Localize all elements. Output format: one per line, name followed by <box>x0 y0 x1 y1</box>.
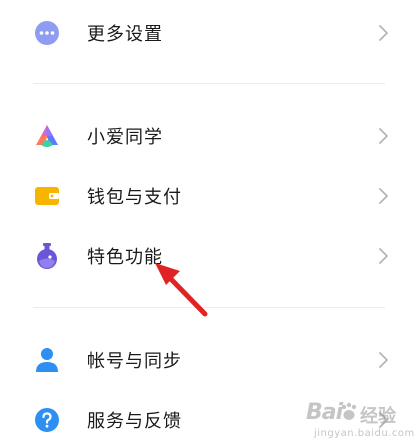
more-dots-icon <box>33 19 61 47</box>
chevron-right-icon <box>378 127 390 145</box>
settings-item-label: 帐号与同步 <box>87 351 182 372</box>
settings-item-label: 小爱同学 <box>87 127 163 148</box>
settings-item-service-feedback[interactable]: 服务与反馈 <box>0 392 420 448</box>
settings-item-label: 特色功能 <box>87 247 163 268</box>
help-question-icon <box>33 406 61 434</box>
settings-item-account-sync[interactable]: 帐号与同步 <box>0 332 420 388</box>
settings-screen: 更多设置 小爱同学 钱包与支付 特色功能 帐号与同步 服务与反馈 Bai 经验 … <box>0 0 420 448</box>
person-icon <box>33 346 61 374</box>
settings-item-label: 钱包与支付 <box>87 187 182 208</box>
settings-item-special-features[interactable]: 特色功能 <box>0 228 420 284</box>
settings-item-xiaoai[interactable]: 小爱同学 <box>0 108 420 164</box>
settings-item-label: 服务与反馈 <box>87 411 182 432</box>
settings-item-more-settings[interactable]: 更多设置 <box>0 5 420 61</box>
chevron-right-icon <box>378 411 390 429</box>
chevron-right-icon <box>378 24 390 42</box>
chevron-right-icon <box>378 187 390 205</box>
wallet-icon <box>33 182 61 210</box>
flask-icon <box>33 242 61 270</box>
chevron-right-icon <box>378 247 390 265</box>
xiaoai-assistant-icon <box>33 122 61 150</box>
settings-item-wallet[interactable]: 钱包与支付 <box>0 168 420 224</box>
section-divider <box>33 307 385 308</box>
settings-item-label: 更多设置 <box>87 24 163 45</box>
chevron-right-icon <box>378 351 390 369</box>
section-divider <box>33 83 385 84</box>
